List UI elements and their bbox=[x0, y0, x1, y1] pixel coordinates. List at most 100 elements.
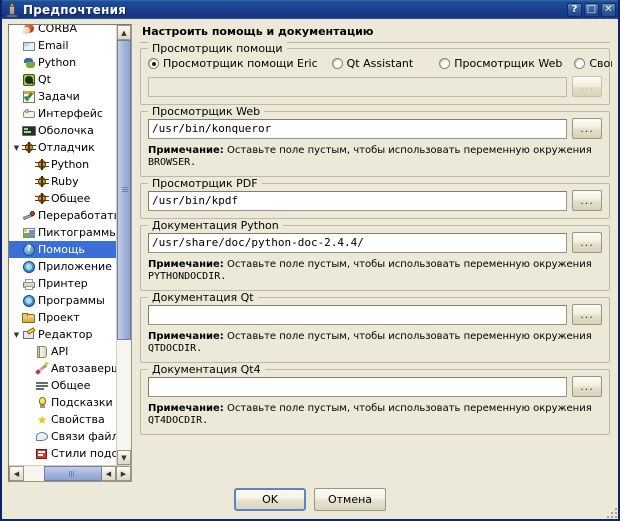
path-input[interactable]: /usr/bin/konqueror bbox=[148, 119, 567, 139]
sidebar-item-22[interactable]: Подсказки bbox=[9, 394, 116, 411]
preferences-icon bbox=[5, 3, 19, 17]
sidebar-item-4[interactable]: Задачи bbox=[9, 88, 116, 105]
sidebar-item-12[interactable]: Пиктограммы bbox=[9, 224, 116, 241]
sidebar-item-24[interactable]: Связи файлу bbox=[9, 428, 116, 445]
maximize-button[interactable]: □ bbox=[584, 3, 599, 17]
sidebar-item-label: Подсказки bbox=[51, 396, 113, 409]
sidebar-item-10[interactable]: Общее bbox=[9, 190, 116, 207]
radio-label: Просмотрщик Web bbox=[454, 57, 562, 70]
path-input[interactable] bbox=[148, 305, 567, 325]
path-field-row: /usr/bin/konqueror... bbox=[148, 118, 602, 139]
autocomplete-icon: ✦ bbox=[35, 362, 50, 376]
sidebar-item-15[interactable]: Принтер bbox=[9, 275, 116, 292]
vscroll-thumb[interactable] bbox=[117, 40, 131, 340]
sidebar-item-19[interactable]: API bbox=[9, 343, 116, 360]
group-title: Просмотрщик Web bbox=[148, 105, 264, 118]
hscroll-thumb[interactable] bbox=[44, 466, 102, 481]
dialog-buttons: OK Отмена bbox=[8, 482, 612, 515]
scroll-right-button-a[interactable]: ◀ bbox=[101, 466, 116, 481]
sidebar-item-1[interactable]: Email bbox=[9, 37, 116, 54]
radio-indicator[interactable] bbox=[574, 58, 585, 69]
path-field-row: ... bbox=[148, 76, 602, 97]
note-env-var: BROWSER. bbox=[148, 157, 196, 168]
programs-icon bbox=[22, 294, 37, 308]
sidebar-item-25[interactable]: Стили подсв bbox=[9, 445, 116, 462]
vscroll-track[interactable] bbox=[117, 40, 131, 450]
radio-0[interactable]: Просмотрщик помощи Eric bbox=[148, 57, 318, 70]
sidebar-item-label: Свойства bbox=[51, 413, 105, 426]
sidebar-item-label: Автозаверш bbox=[51, 362, 116, 375]
title-bar[interactable]: Предпочтения ? □ ✕ bbox=[2, 0, 618, 19]
sidebar-item-13[interactable]: ?Помощь bbox=[9, 241, 116, 258]
sidebar-item-5[interactable]: Интерфейс bbox=[9, 105, 116, 122]
window-title: Предпочтения bbox=[23, 3, 567, 17]
note-prefix: Примечание: bbox=[148, 259, 224, 270]
properties-icon: ★ bbox=[35, 413, 50, 427]
radio-indicator[interactable] bbox=[439, 58, 450, 69]
preferences-dialog: Предпочтения ? □ ✕ CORBAEmailPythonQtЗад… bbox=[0, 0, 620, 521]
sidebar-item-label: Задачи bbox=[38, 90, 80, 103]
path-input[interactable]: /usr/share/doc/python-doc-2.4.4/ bbox=[148, 233, 567, 253]
ok-button[interactable]: OK bbox=[234, 488, 306, 511]
path-input bbox=[148, 77, 567, 97]
scroll-up-button[interactable]: ▲ bbox=[117, 25, 131, 40]
tree-vertical-scrollbar[interactable]: ▲ ▼ bbox=[116, 25, 131, 465]
application-icon bbox=[22, 260, 37, 274]
hscroll-track[interactable] bbox=[24, 466, 101, 481]
group-5: Документация Qt4...Примечание: Оставьте … bbox=[140, 369, 610, 435]
close-icon[interactable]: ✕ bbox=[601, 3, 616, 17]
note-env-var: QTDOCDIR. bbox=[148, 343, 202, 354]
note-text: Примечание: Оставьте поле пустым, чтобы … bbox=[148, 331, 602, 355]
browse-button[interactable]: ... bbox=[572, 190, 602, 211]
help-button[interactable]: ? bbox=[567, 3, 582, 17]
radio-1[interactable]: Qt Assistant bbox=[332, 57, 414, 70]
path-input[interactable] bbox=[148, 377, 567, 397]
sidebar-item-26[interactable]: Стиль bbox=[9, 462, 116, 465]
group-3: Документация Python/usr/share/doc/python… bbox=[140, 225, 610, 291]
browse-button[interactable]: ... bbox=[572, 304, 602, 325]
radio-indicator[interactable] bbox=[332, 58, 343, 69]
browse-button[interactable]: ... bbox=[572, 232, 602, 253]
sidebar-item-label: CORBA bbox=[38, 25, 77, 35]
sidebar-item-23[interactable]: ★Свойства bbox=[9, 411, 116, 428]
editor-icon bbox=[22, 328, 37, 342]
sidebar-item-17[interactable]: Проект bbox=[9, 309, 116, 326]
scroll-down-button[interactable]: ▼ bbox=[117, 450, 131, 465]
path-field-row: /usr/share/doc/python-doc-2.4.4/... bbox=[148, 232, 602, 253]
sidebar-item-14[interactable]: Приложение bbox=[9, 258, 116, 275]
sidebar-item-8[interactable]: Python bbox=[9, 156, 116, 173]
sidebar-item-18[interactable]: ▼Редактор bbox=[9, 326, 116, 343]
sidebar-item-20[interactable]: ✦Автозаверш bbox=[9, 360, 116, 377]
expand-collapse-icon[interactable]: ▼ bbox=[11, 331, 22, 339]
tips-icon bbox=[35, 396, 50, 410]
sidebar-item-label: Стиль bbox=[51, 464, 86, 465]
path-field-row: /usr/bin/kpdf... bbox=[148, 190, 602, 211]
sidebar-item-21[interactable]: Общее bbox=[9, 377, 116, 394]
path-input[interactable]: /usr/bin/kpdf bbox=[148, 191, 567, 211]
settings-tree[interactable]: CORBAEmailPythonQtЗадачиИнтерфейсОболочк… bbox=[9, 25, 116, 465]
expand-collapse-icon[interactable]: ▼ bbox=[11, 144, 22, 152]
bug-icon bbox=[35, 192, 50, 206]
group-2: Просмотрщик PDF/usr/bin/kpdf... bbox=[140, 183, 610, 219]
sidebar-item-16[interactable]: Программы bbox=[9, 292, 116, 309]
tree-horizontal-scrollbar[interactable]: ◀ ◀ ▶ bbox=[9, 465, 131, 481]
sidebar-item-0[interactable]: CORBA bbox=[9, 25, 116, 37]
sidebar-item-2[interactable]: Python bbox=[9, 54, 116, 71]
group-list: Просмотрщик помощиПросмотрщик помощи Eri… bbox=[140, 48, 610, 441]
sidebar-item-6[interactable]: Оболочка bbox=[9, 122, 116, 139]
scroll-right-button-b[interactable]: ▶ bbox=[116, 466, 131, 481]
sidebar-item-label: API bbox=[51, 345, 68, 358]
debugger-icon bbox=[22, 141, 37, 155]
sidebar-item-9[interactable]: Ruby bbox=[9, 173, 116, 190]
radio-3[interactable]: Свой bbox=[574, 57, 612, 70]
radio-2[interactable]: Просмотрщик Web bbox=[439, 57, 562, 70]
sidebar-item-7[interactable]: ▼Отладчик bbox=[9, 139, 116, 156]
cancel-button[interactable]: Отмена bbox=[314, 488, 386, 511]
sidebar-item-11[interactable]: Переработать bbox=[9, 207, 116, 224]
scroll-left-button[interactable]: ◀ bbox=[9, 466, 24, 481]
browse-button[interactable]: ... bbox=[572, 118, 602, 139]
radio-indicator[interactable] bbox=[148, 58, 159, 69]
browse-button[interactable]: ... bbox=[572, 376, 602, 397]
sidebar-item-3[interactable]: Qt bbox=[9, 71, 116, 88]
settings-page: Настроить помощь и документацию Просмотр… bbox=[136, 24, 612, 482]
